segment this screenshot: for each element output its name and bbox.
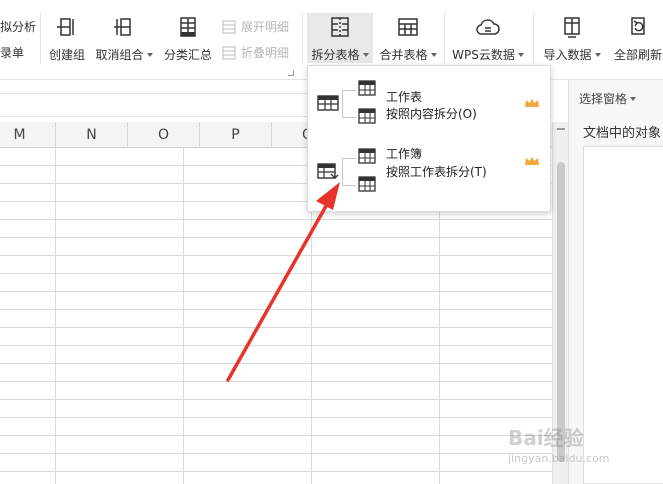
collapse-detail-label: 折叠明细 bbox=[241, 46, 290, 60]
split-table-menu: 工作表 按照内容拆分(O) 工作簿 按照工作表拆分(T) bbox=[307, 65, 551, 212]
table-icon bbox=[358, 176, 376, 192]
import-data-icon bbox=[560, 14, 584, 40]
vertical-scrollbar[interactable] bbox=[552, 122, 568, 484]
chevron-down-icon bbox=[146, 52, 153, 57]
chevron-down-icon bbox=[594, 52, 601, 57]
column-header[interactable]: M bbox=[0, 122, 56, 148]
merge-table-button[interactable]: 合并表格 bbox=[376, 0, 440, 72]
column-header[interactable]: N bbox=[56, 122, 128, 148]
refresh-all-label: 全部刷新 bbox=[613, 48, 662, 62]
ungroup-label: 取消组合 bbox=[95, 48, 144, 62]
chevron-down-icon bbox=[362, 52, 369, 57]
ungroup-button[interactable]: 取消组合 bbox=[94, 0, 154, 72]
column-header[interactable]: O bbox=[128, 122, 200, 148]
partial-record-label[interactable]: 录单 bbox=[0, 44, 24, 61]
objects-in-document-label: 文档中的对象 bbox=[583, 126, 662, 141]
subtotal-icon bbox=[176, 14, 200, 40]
group-dialog-launcher-icon[interactable] bbox=[288, 70, 294, 76]
split-item-subtitle: 按照工作表拆分(T) bbox=[386, 165, 487, 179]
partial-analysis-label[interactable]: 拟分析 bbox=[0, 18, 36, 35]
split-by-content-item[interactable]: 工作表 按照内容拆分(O) bbox=[308, 74, 550, 134]
expand-detail-icon bbox=[222, 20, 238, 34]
ribbon-separator bbox=[302, 12, 303, 64]
create-group-button[interactable]: 创建组 bbox=[44, 0, 90, 72]
split-by-sheet-item[interactable]: 工作簿 按照工作表拆分(T) bbox=[308, 144, 550, 204]
chevron-down-icon bbox=[630, 96, 637, 101]
collapse-detail-icon bbox=[222, 46, 238, 60]
import-data-label: 导入数据 bbox=[543, 48, 592, 62]
connector-line bbox=[342, 90, 356, 118]
column-header[interactable]: P bbox=[200, 122, 272, 148]
merge-table-icon bbox=[396, 14, 420, 40]
wps-cloud-data-button[interactable]: WPS云数据 bbox=[450, 0, 526, 72]
subtotal-label: 分类汇总 bbox=[163, 48, 212, 62]
create-group-icon bbox=[55, 14, 79, 40]
split-item-title: 工作簿 bbox=[386, 147, 423, 161]
ribbon-separator bbox=[40, 12, 41, 64]
table-icon bbox=[358, 108, 376, 124]
refresh-icon bbox=[626, 14, 650, 40]
table-icon bbox=[358, 148, 376, 164]
refresh-all-button[interactable]: 全部刷新 bbox=[610, 0, 663, 72]
scrollbar-thumb[interactable] bbox=[557, 162, 565, 462]
chevron-down-icon bbox=[430, 52, 437, 57]
crown-icon bbox=[525, 157, 539, 165]
table-icon bbox=[358, 80, 376, 96]
crown-icon bbox=[525, 99, 539, 107]
selection-pane: 选择窗格 文档中的对象 bbox=[568, 80, 663, 484]
connector-line bbox=[342, 158, 356, 186]
chevron-down-icon bbox=[517, 52, 524, 57]
ribbon-separator bbox=[533, 12, 534, 64]
objects-list[interactable] bbox=[583, 146, 663, 484]
split-table-button[interactable]: 拆分表格 bbox=[307, 0, 373, 72]
cloud-data-icon bbox=[475, 14, 501, 40]
import-data-button[interactable]: 导入数据 bbox=[540, 0, 604, 72]
scroll-up-icon[interactable] bbox=[557, 128, 565, 130]
split-item-subtitle: 按照内容拆分(O) bbox=[386, 107, 477, 121]
selection-pane-title[interactable]: 选择窗格 bbox=[579, 90, 637, 107]
collapse-detail-button[interactable]: 折叠明细 bbox=[222, 44, 289, 61]
subtotal-button[interactable]: 分类汇总 bbox=[162, 0, 214, 72]
sheet-split-icon bbox=[317, 95, 339, 111]
ungroup-icon bbox=[112, 14, 136, 40]
merge-table-label: 合并表格 bbox=[379, 48, 428, 62]
wps-cloud-data-label: WPS云数据 bbox=[452, 48, 515, 62]
selection-pane-title-label: 选择窗格 bbox=[579, 92, 628, 106]
expand-detail-button[interactable]: 展开明细 bbox=[222, 18, 289, 35]
split-table-label: 拆分表格 bbox=[311, 48, 360, 62]
ribbon-separator bbox=[444, 12, 445, 64]
workbook-split-icon bbox=[317, 163, 339, 179]
expand-detail-label: 展开明细 bbox=[241, 20, 290, 34]
create-group-label: 创建组 bbox=[48, 48, 85, 62]
split-item-title: 工作表 bbox=[386, 90, 423, 104]
split-table-icon bbox=[328, 14, 352, 40]
